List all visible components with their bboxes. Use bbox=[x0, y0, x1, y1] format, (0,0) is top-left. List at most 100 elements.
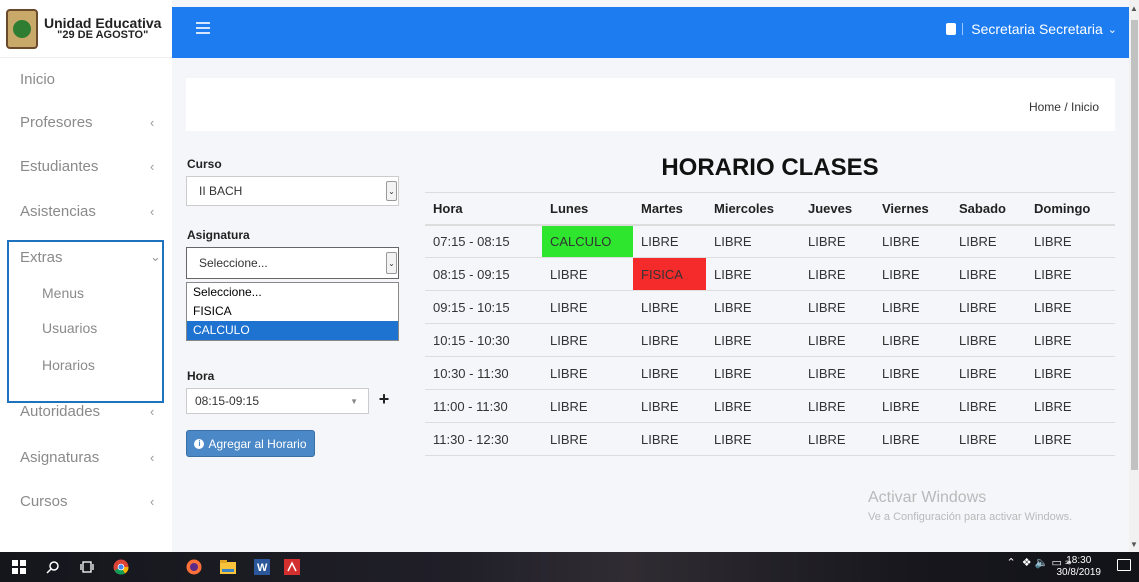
table-row: 08:15 - 09:15 LIBRE FISICA LIBRE LIBRE L… bbox=[425, 257, 1115, 291]
table-cell-assigned: CALCULO bbox=[542, 224, 633, 258]
breadcrumb[interactable]: Home / Inicio bbox=[1029, 100, 1099, 114]
top-navbar: Secretaria Secretaria ⌄ bbox=[172, 7, 1129, 58]
table-header-row: Hora Lunes Martes Miercoles Jueves Viern… bbox=[425, 192, 1115, 226]
table-cell: LIBRE bbox=[800, 323, 874, 357]
windows-activation-title: Activar Windows bbox=[868, 489, 987, 506]
chevron-left-icon: ‹ bbox=[150, 203, 155, 219]
chrome-icon[interactable] bbox=[112, 558, 130, 576]
task-view-icon[interactable] bbox=[78, 558, 96, 576]
column-header: Martes bbox=[633, 192, 706, 226]
windows-start-icon[interactable] bbox=[10, 558, 28, 576]
table-cell: 11:00 - 11:30 bbox=[425, 389, 542, 423]
windows-activation-text: Ve a Configuración para activar Windows. bbox=[868, 511, 1073, 523]
volume-icon[interactable]: 🔈 bbox=[1035, 556, 1049, 569]
table-cell: 09:15 - 10:15 bbox=[425, 290, 542, 324]
chevron-left-icon: ‹ bbox=[150, 158, 155, 174]
asignatura-select[interactable]: Seleccione... ⌄ bbox=[186, 247, 399, 279]
brand[interactable]: Unidad Educativa "29 DE AGOSTO" bbox=[0, 0, 172, 58]
sidebar-item-inicio[interactable]: Inicio bbox=[0, 62, 172, 96]
table-cell: 10:30 - 11:30 bbox=[425, 356, 542, 390]
curso-select-value: II BACH bbox=[199, 184, 243, 198]
table-cell: LIBRE bbox=[800, 422, 874, 456]
asignatura-dropdown: Seleccione... FISICA CALCULO bbox=[186, 282, 399, 341]
caret-down-icon: ▼ bbox=[350, 397, 358, 406]
table-cell: LIBRE bbox=[706, 389, 800, 423]
sidebar-item-estudiantes[interactable]: Estudiantes ‹ bbox=[0, 149, 172, 183]
dropdown-option[interactable]: Seleccione... bbox=[187, 283, 398, 302]
table-cell: LIBRE bbox=[542, 389, 633, 423]
hora-select[interactable]: 08:15-09:15 ▼ bbox=[186, 388, 369, 414]
chevron-left-icon: ‹ bbox=[150, 449, 155, 465]
table-row: 11:00 - 11:30 LIBRE LIBRE LIBRE LIBRE LI… bbox=[425, 389, 1115, 423]
table-cell: LIBRE bbox=[1026, 290, 1115, 324]
pdf-reader-icon[interactable] bbox=[283, 558, 301, 576]
table-cell: LIBRE bbox=[800, 389, 874, 423]
chevron-down-icon: ⌄ bbox=[386, 252, 397, 274]
table-cell: LIBRE bbox=[874, 290, 951, 324]
table-cell: LIBRE bbox=[951, 422, 1026, 456]
column-header: Sabado bbox=[951, 192, 1026, 226]
add-hora-button[interactable]: + bbox=[376, 390, 392, 410]
column-header: Lunes bbox=[542, 192, 633, 226]
table-cell: LIBRE bbox=[706, 257, 800, 291]
column-header: Domingo bbox=[1026, 192, 1115, 226]
table-cell: 10:15 - 10:30 bbox=[425, 323, 542, 357]
dropdown-option-selected[interactable]: CALCULO bbox=[187, 321, 398, 340]
word-icon[interactable]: W bbox=[253, 558, 271, 576]
sidebar-item-profesores[interactable]: Profesores ‹ bbox=[0, 105, 172, 139]
dropdown-option[interactable]: FISICA bbox=[187, 302, 398, 321]
table-row: 07:15 - 08:15 CALCULO LIBRE LIBRE LIBRE … bbox=[425, 224, 1115, 258]
firefox-icon[interactable] bbox=[185, 558, 203, 576]
table-cell: LIBRE bbox=[951, 224, 1026, 258]
scroll-up-arrow-icon[interactable]: ▲ bbox=[1130, 4, 1138, 13]
hora-select-value: 08:15-09:15 bbox=[195, 394, 260, 408]
sidebar-item-label: Asistencias bbox=[20, 202, 96, 220]
sidebar-item-label: Cursos bbox=[20, 492, 68, 510]
table-cell: 11:30 - 12:30 bbox=[425, 422, 542, 456]
table-cell-assigned: FISICA bbox=[633, 257, 706, 291]
add-to-schedule-button[interactable]: i Agregar al Horario bbox=[186, 430, 315, 457]
school-logo-icon bbox=[6, 8, 38, 49]
table-cell: LIBRE bbox=[874, 422, 951, 456]
table-row: 10:15 - 10:30 LIBRE LIBRE LIBRE LIBRE LI… bbox=[425, 323, 1115, 357]
table-cell: LIBRE bbox=[542, 422, 633, 456]
sidebar-item-asignaturas[interactable]: Asignaturas ‹ bbox=[0, 440, 172, 474]
add-to-schedule-label: Agregar al Horario bbox=[208, 436, 307, 451]
file-explorer-icon[interactable] bbox=[219, 558, 237, 576]
scroll-down-arrow-icon[interactable]: ▼ bbox=[1130, 540, 1138, 549]
table-cell: LIBRE bbox=[633, 224, 706, 258]
curso-label: Curso bbox=[187, 157, 222, 171]
chevron-up-icon[interactable]: ⌃ bbox=[1006, 556, 1015, 569]
user-menu[interactable]: Secretaria Secretaria ⌄ bbox=[946, 21, 1117, 37]
table-cell: LIBRE bbox=[542, 257, 633, 291]
table-cell: LIBRE bbox=[951, 257, 1026, 291]
taskbar-clock[interactable]: 18:30 30/8/2019 bbox=[1057, 555, 1102, 579]
table-row: 10:30 - 11:30 LIBRE LIBRE LIBRE LIBRE LI… bbox=[425, 356, 1115, 390]
table-row: 09:15 - 10:15 LIBRE LIBRE LIBRE LIBRE LI… bbox=[425, 290, 1115, 324]
table-cell: LIBRE bbox=[706, 224, 800, 258]
hora-label: Hora bbox=[187, 369, 215, 383]
dropbox-icon[interactable]: ❖ bbox=[1022, 556, 1032, 569]
sidebar-item-label: Inicio bbox=[20, 70, 56, 88]
search-icon[interactable] bbox=[44, 558, 62, 576]
hamburger-menu-icon[interactable] bbox=[196, 22, 210, 34]
table-cell: LIBRE bbox=[1026, 257, 1115, 291]
table-cell: LIBRE bbox=[951, 356, 1026, 390]
table-cell: LIBRE bbox=[1026, 224, 1115, 258]
table-cell: LIBRE bbox=[874, 257, 951, 291]
scrollbar-thumb[interactable] bbox=[1131, 20, 1138, 470]
sidebar-item-asistencias[interactable]: Asistencias ‹ bbox=[0, 194, 172, 228]
table-cell: LIBRE bbox=[542, 356, 633, 390]
sidebar-item-label: Asignaturas bbox=[20, 448, 100, 466]
sidebar-item-cursos[interactable]: Cursos ‹ bbox=[0, 484, 172, 518]
user-name: Secretaria Secretaria bbox=[971, 21, 1103, 37]
column-header: Hora bbox=[425, 192, 542, 226]
table-cell: LIBRE bbox=[542, 290, 633, 324]
sidebar-item-label: Estudiantes bbox=[20, 157, 99, 175]
notifications-icon[interactable] bbox=[1117, 559, 1131, 571]
table-cell: LIBRE bbox=[800, 290, 874, 324]
table-cell: LIBRE bbox=[800, 257, 874, 291]
curso-select[interactable]: II BACH ⌄ bbox=[186, 176, 399, 206]
table-cell: 08:15 - 09:15 bbox=[425, 257, 542, 291]
table-cell: LIBRE bbox=[874, 356, 951, 390]
